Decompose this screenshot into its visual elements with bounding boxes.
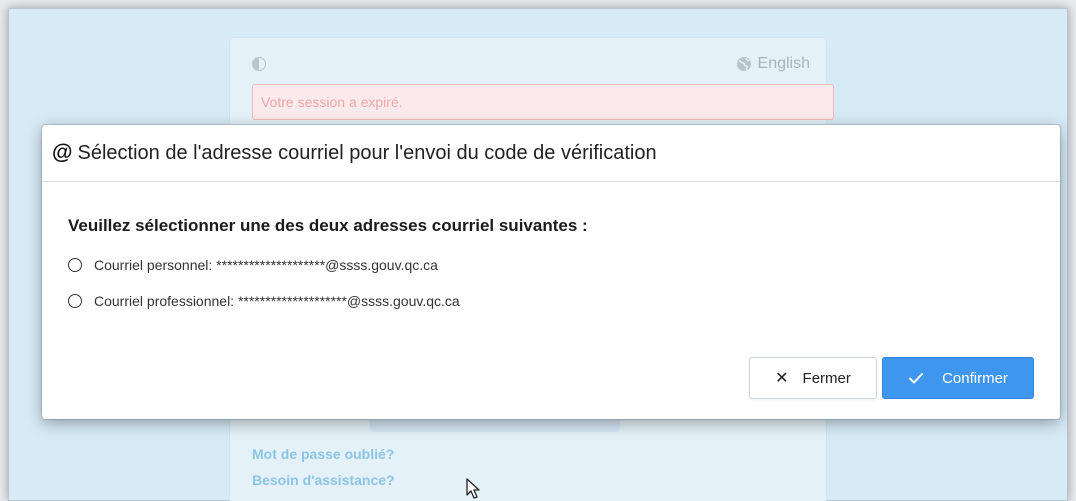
globe-icon [736,57,751,71]
professional-email-radio[interactable] [68,294,82,308]
mouse-cursor-icon [466,478,480,499]
dialog-title: Sélection de l'adresse courriel pour l'e… [77,141,657,164]
dialog-header: @ Sélection de l'adresse courriel pour l… [42,125,1060,182]
close-button-label: Fermer [802,369,851,387]
background-login-button [370,420,620,432]
login-links: Mot de passe oublié? Besoin d'assistance… [252,446,395,498]
help-link[interactable]: Besoin d'assistance? [252,472,395,488]
personal-email-label: Courriel personnel: ********************… [94,257,438,273]
dialog-body: Veuillez sélectionner une des deux adres… [42,182,1060,312]
forgot-password-link[interactable]: Mot de passe oublié? [252,446,395,462]
close-icon: ✕ [775,370,789,387]
selection-question: Veuillez sélectionner une des deux adres… [68,216,588,235]
screenshot-frame: English Votre session a expiré. Mot de p… [8,8,1068,501]
personal-email-option[interactable]: Courriel personnel: ********************… [68,254,1034,276]
session-expired-alert: Votre session a expiré. [252,84,834,120]
language-switch[interactable]: English [736,55,810,73]
check-icon [909,373,924,384]
email-selection-dialog: @ Sélection de l'adresse courriel pour l… [42,125,1060,419]
contrast-icon[interactable] [252,57,266,71]
professional-email-option[interactable]: Courriel professionnel: ****************… [68,290,1034,312]
dialog-footer: ✕ Fermer Confirmer [749,357,1034,399]
personal-email-radio[interactable] [68,258,82,272]
professional-email-label: Courriel professionnel: ****************… [94,293,460,309]
at-icon: @ [52,141,73,164]
language-label: English [757,55,810,72]
close-button[interactable]: ✕ Fermer [749,357,877,399]
confirm-button[interactable]: Confirmer [882,357,1034,399]
confirm-button-label: Confirmer [942,369,1008,387]
